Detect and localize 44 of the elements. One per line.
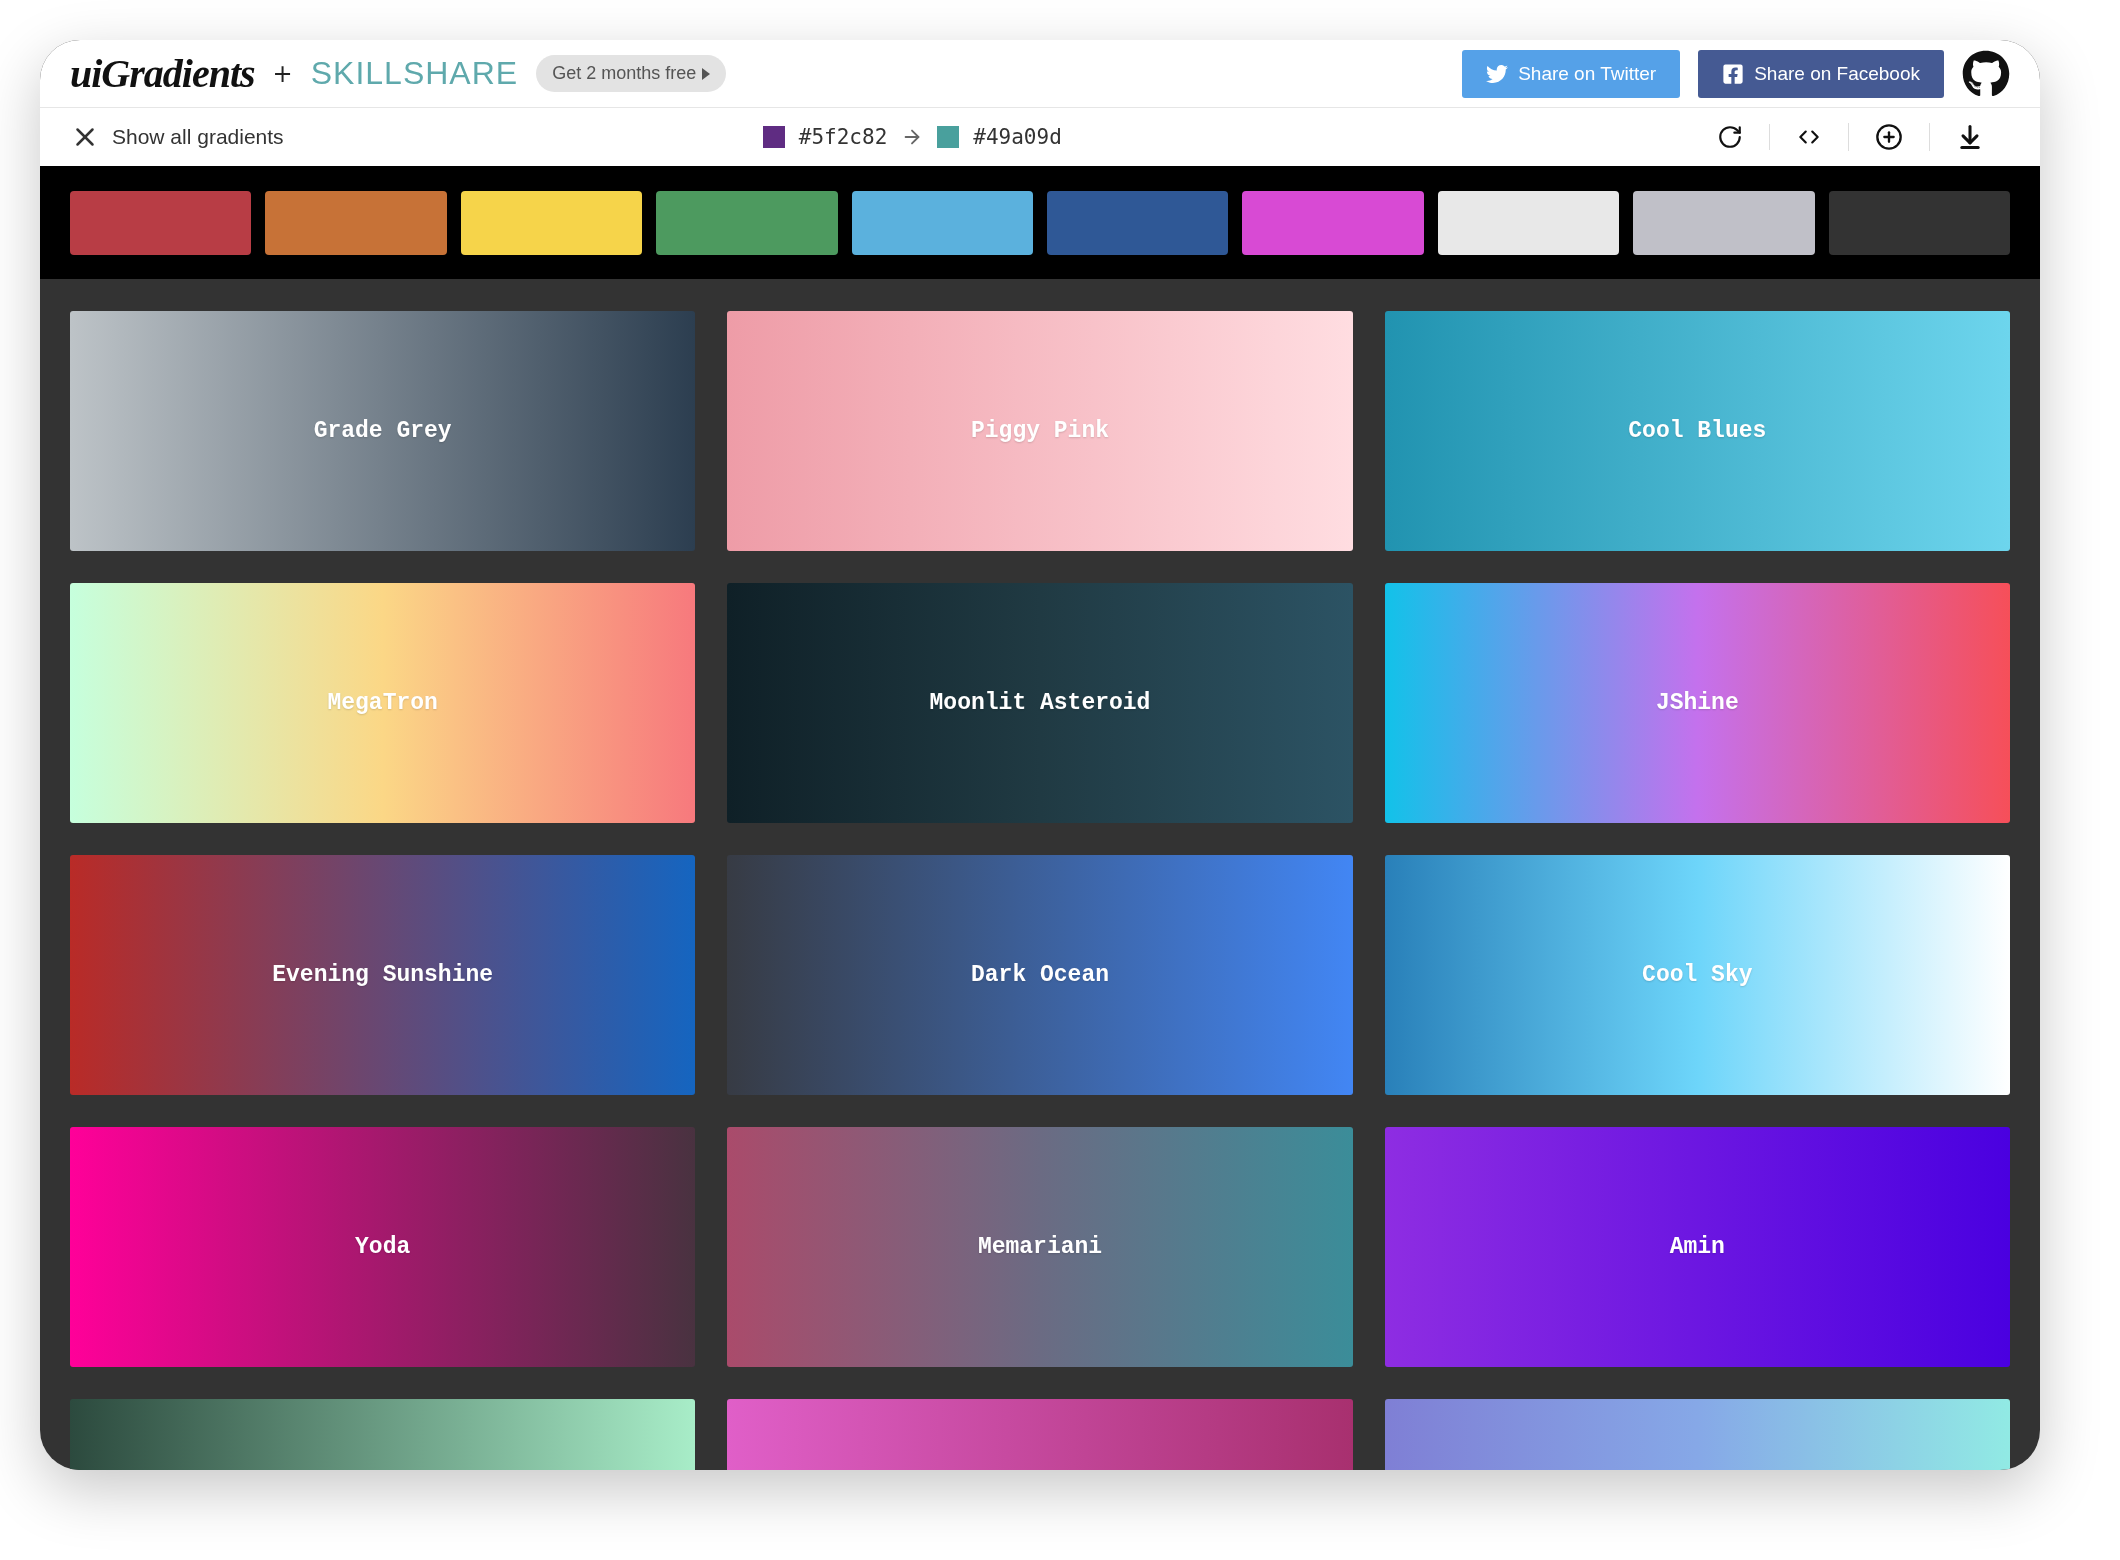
gradient-card[interactable]: Moonlit Asteroid	[727, 583, 1353, 823]
rotate-icon	[1717, 124, 1743, 150]
color-filter-swatch[interactable]	[656, 190, 838, 255]
facebook-icon	[1722, 62, 1745, 85]
plus-circle-icon	[1875, 123, 1903, 151]
gradient-card[interactable]: Amin	[1384, 1127, 2010, 1367]
gradient-card[interactable]: Yoda	[70, 1127, 696, 1367]
color-filter-swatch[interactable]	[1828, 190, 2011, 255]
hex-code: #5f2c82	[798, 125, 888, 149]
gradient-name: Piggy Pink	[970, 418, 1109, 444]
hex-code: #49a09d	[973, 125, 1062, 149]
gradient-card[interactable]: Memariani	[727, 1127, 1353, 1367]
color-filter-swatch[interactable]	[1633, 190, 1815, 255]
gradient-name: Cool Blues	[1628, 418, 1767, 444]
gradient-name: Yoda	[355, 1234, 411, 1260]
github-icon[interactable]	[1962, 49, 2010, 98]
bird-icon	[1486, 62, 1509, 85]
promo-button[interactable]: Get 2 months free	[536, 55, 727, 92]
gradient-name: Cool Sky	[1642, 962, 1753, 988]
partner-logo: SKILLSHARE	[310, 55, 519, 92]
gradient-name: MegaTron	[327, 690, 438, 716]
color-filter-swatch[interactable]	[265, 190, 447, 255]
gradient-card[interactable]: Grade Grey	[70, 311, 696, 551]
color-filter-swatch[interactable]	[460, 190, 643, 255]
color-filter-swatch[interactable]	[1047, 190, 1229, 255]
gradient-name: Evening Sunshine	[272, 962, 494, 988]
gradient-card[interactable]: Evening Sunshine	[70, 855, 696, 1095]
gradient-name: JShine	[1655, 690, 1739, 716]
gradient-card[interactable]: JShine	[1384, 583, 2010, 823]
color-filter-swatch[interactable]	[851, 190, 1034, 255]
show-all-link[interactable]: Show all gradients	[70, 122, 284, 152]
color-filter-swatch[interactable]	[1437, 190, 1620, 255]
gradient-card[interactable]: Dark Ocean	[727, 855, 1353, 1095]
gradient-name: Moonlit Asteroid	[929, 690, 1151, 716]
plus-sign: +	[272, 59, 293, 88]
gradient-name: Grade Grey	[313, 418, 452, 444]
gradient-name: Dark Ocean	[970, 962, 1109, 988]
gradient-name: Amin	[1669, 1234, 1725, 1260]
color-filter-swatch[interactable]	[1242, 190, 1424, 255]
logo: uiGradients	[70, 50, 255, 97]
color-filter-swatch[interactable]	[70, 190, 252, 255]
gradient-name: Memariani	[977, 1234, 1103, 1260]
triangle-icon	[702, 67, 711, 80]
share-button[interactable]: Share on Facebook	[1698, 49, 1944, 98]
